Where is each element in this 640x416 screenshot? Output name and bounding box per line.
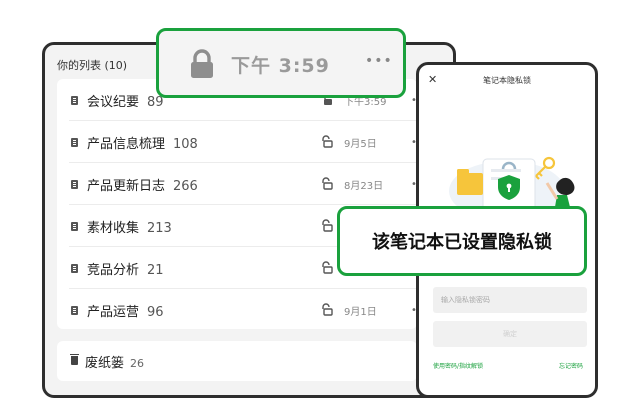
password-input[interactable] (433, 287, 587, 313)
confirm-button[interactable]: 确定 (433, 321, 587, 347)
notebook-count: 96 (147, 304, 164, 320)
lock-icon (191, 49, 213, 78)
stage: 你的列表 (10) 会议纪要 89 下午3:59 • 产品信息梳理 108 9月5日… (0, 0, 640, 416)
notebook-date: 8月23日 (344, 180, 384, 192)
notebook-icon (71, 305, 78, 315)
list-header: 你的列表 (10) (57, 59, 128, 72)
trash-icon (70, 354, 79, 365)
more-icon[interactable]: ••• (365, 53, 393, 69)
forgot-password-link[interactable]: 忘记密码 (559, 361, 583, 370)
notebook-name: 产品运营 96 (87, 304, 164, 320)
notebook-count: 266 (173, 178, 198, 194)
notebook-date: 9月1日 (344, 306, 377, 318)
unlock-icon (322, 135, 333, 148)
list-item[interactable]: 产品运营 96 9月1日 • (57, 289, 417, 331)
trash-count: 26 (130, 356, 145, 370)
status-bubble: 下午 3:59 ••• (156, 28, 406, 98)
notebook-date: 9月5日 (344, 138, 377, 150)
privacy-lock-callout: 该笔记本已设置隐私锁 (337, 206, 587, 276)
notebook-name: 素材收集 213 (87, 220, 172, 236)
notebook-name: 竞品分析 21 (87, 262, 164, 278)
lock-screen-title: 笔记本隐私锁 (483, 76, 531, 85)
list-item[interactable]: 产品信息梳理 108 9月5日 • (57, 121, 417, 163)
notebook-icon (71, 137, 78, 147)
notebook-icon (71, 221, 78, 231)
unlock-icon (322, 177, 333, 190)
notebook-icon (71, 95, 78, 105)
notebook-icon (71, 179, 78, 189)
trash-name: 废纸篓 26 (85, 355, 145, 371)
notebook-name: 产品更新日志 266 (87, 178, 198, 194)
notebook-count: 108 (173, 136, 198, 152)
status-time: 下午 3:59 (231, 55, 330, 77)
notebook-list: 会议纪要 89 下午3:59 • 产品信息梳理 108 9月5日 • 产品更新日志 2… (57, 79, 417, 329)
notebook-name: 会议纪要 89 (87, 94, 164, 110)
notebook-count: 21 (147, 262, 164, 278)
unlock-icon (322, 261, 333, 274)
list-item[interactable]: 产品更新日志 266 8月23日 • (57, 163, 417, 205)
alt-unlock-link[interactable]: 使用密码/指纹解锁 (433, 361, 483, 370)
unlock-icon (322, 219, 333, 232)
notebook-icon (71, 263, 78, 273)
notebook-name: 产品信息梳理 108 (87, 136, 198, 152)
trash-item[interactable]: 废纸篓 26 (57, 341, 417, 381)
notebook-count: 213 (147, 220, 172, 236)
lock-screen-header: ✕ 笔记本隐私锁 (419, 73, 595, 89)
unlock-icon (322, 303, 333, 316)
